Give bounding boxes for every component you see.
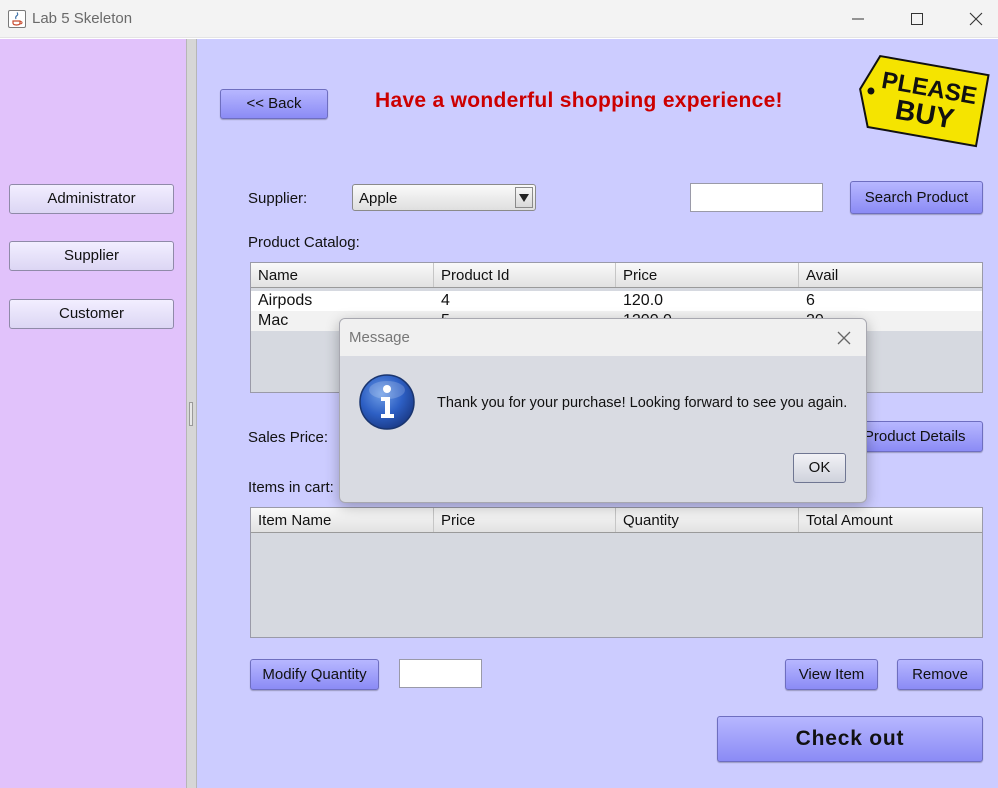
search-product-button[interactable]: Search Product <box>850 181 983 214</box>
message-dialog: Message Thank you for your purchase! Loo… <box>339 318 867 503</box>
divider-grip-handle[interactable] <box>189 402 193 426</box>
maximize-icon <box>911 13 923 25</box>
catalog-col-name[interactable]: Name <box>251 263 434 287</box>
window-title: Lab 5 Skeleton <box>32 10 133 27</box>
customer-button[interactable]: Customer <box>9 299 174 329</box>
product-catalog-label: Product Catalog: <box>248 234 360 251</box>
java-app-icon <box>8 10 26 28</box>
dialog-titlebar: Message <box>340 319 866 356</box>
catalog-col-product-id[interactable]: Product Id <box>434 263 616 287</box>
quantity-input[interactable] <box>399 659 482 688</box>
cart-col-quantity[interactable]: Quantity <box>616 508 799 532</box>
catalog-cell-product-id: 4 <box>441 292 450 309</box>
close-window-button[interactable] <box>962 6 990 32</box>
please-buy-logo: PLEASE BUY <box>855 52 990 150</box>
maximize-button[interactable] <box>903 6 931 32</box>
items-in-cart-label: Items in cart: <box>248 479 334 496</box>
back-button[interactable]: << Back <box>220 89 328 119</box>
minimize-button[interactable] <box>844 6 872 32</box>
close-icon <box>837 331 851 345</box>
sales-price-label: Sales Price: <box>248 429 329 446</box>
ok-button[interactable]: OK <box>793 453 846 483</box>
dropdown-arrow-button[interactable] <box>515 187 533 208</box>
dialog-title: Message <box>349 329 410 346</box>
supplier-label: Supplier: <box>248 190 308 207</box>
catalog-cell-name: Airpods <box>258 292 313 309</box>
catalog-cell-name: Mac <box>258 312 289 329</box>
catalog-col-price[interactable]: Price <box>616 263 799 287</box>
catalog-cell-avail: 6 <box>806 292 815 309</box>
catalog-col-avail[interactable]: Avail <box>799 263 982 287</box>
administrator-button[interactable]: Administrator <box>9 184 174 214</box>
modify-quantity-button[interactable]: Modify Quantity <box>250 659 379 690</box>
close-icon <box>969 12 983 26</box>
chevron-down-icon <box>519 194 529 202</box>
cart-table[interactable]: Item Name Price Quantity Total Amount <box>250 507 983 638</box>
remove-button[interactable]: Remove <box>897 659 983 690</box>
page-headline: Have a wonderful shopping experience! <box>375 89 783 112</box>
view-item-button[interactable]: View Item <box>785 659 878 690</box>
cart-col-price[interactable]: Price <box>434 508 616 532</box>
cart-col-item-name[interactable]: Item Name <box>251 508 434 532</box>
catalog-table-header: Name Product Id Price Avail <box>251 263 982 288</box>
window-titlebar: Lab 5 Skeleton <box>0 0 998 38</box>
info-icon <box>358 373 416 431</box>
supplier-dropdown[interactable]: Apple <box>352 184 536 211</box>
checkout-button[interactable]: Check out <box>717 716 983 762</box>
supplier-button[interactable]: Supplier <box>9 241 174 271</box>
catalog-cell-price: 120.0 <box>623 292 664 309</box>
cart-table-header: Item Name Price Quantity Total Amount <box>251 508 982 533</box>
search-input[interactable] <box>690 183 823 212</box>
minimize-icon <box>852 18 864 20</box>
dialog-message: Thank you for your purchase! Looking for… <box>437 395 848 411</box>
sidebar-panel: Administrator Supplier Customer <box>0 39 186 788</box>
dialog-close-button[interactable] <box>835 329 853 347</box>
supplier-dropdown-value: Apple <box>359 190 398 207</box>
cart-col-total-amount[interactable]: Total Amount <box>799 508 982 532</box>
table-row[interactable]: Airpods 4 120.0 6 <box>251 291 982 311</box>
